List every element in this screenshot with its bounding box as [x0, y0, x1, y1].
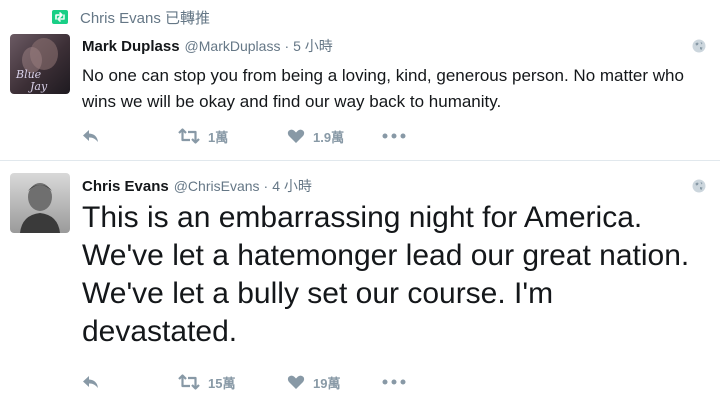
like-count: 1.9萬: [313, 129, 345, 145]
tweet-text: No one can stop you from being a loving,…: [82, 66, 684, 111]
like-button[interactable]: 19萬: [287, 371, 340, 393]
retweet-button[interactable]: 15萬: [178, 371, 235, 393]
retweet-count: 15萬: [208, 375, 236, 391]
tweet[interactable]: Blue Jay Mark Duplass @MarkDuplass · 5 小…: [0, 30, 720, 160]
avatar-image: [10, 173, 70, 233]
retweet-context: Chris Evans 已轉推: [52, 7, 210, 27]
more-icon: [382, 379, 406, 385]
reply-button[interactable]: [82, 125, 100, 147]
more-button[interactable]: [382, 125, 406, 147]
tweet-actions: 15萬 19萬: [82, 371, 502, 393]
avatar[interactable]: Blue Jay: [10, 34, 70, 94]
separator-dot: ·: [284, 38, 290, 54]
like-button[interactable]: 1.9萬: [287, 125, 344, 147]
username[interactable]: @MarkDuplass: [185, 38, 281, 54]
tweet[interactable]: Chris Evans @ChrisEvans · 4 小時 This is a…: [0, 163, 720, 406]
heart-icon: [287, 129, 305, 143]
more-icon: [382, 133, 406, 139]
tweet-text: This is an embarrassing night for Americ…: [82, 201, 690, 348]
reply-icon: [83, 130, 98, 142]
avatar[interactable]: [10, 173, 70, 233]
timestamp[interactable]: 5 小時: [293, 36, 333, 56]
fullname[interactable]: Mark Duplass: [82, 38, 180, 55]
retweet-context-label[interactable]: Chris Evans 已轉推: [80, 7, 210, 28]
reply-button[interactable]: [82, 371, 100, 393]
timestamp[interactable]: 4 小時: [272, 176, 312, 196]
like-count: 19萬: [313, 375, 341, 391]
separator-dot: ·: [263, 178, 269, 194]
avatar-caption-jay: Jay: [28, 80, 48, 93]
globe-icon[interactable]: [692, 39, 706, 53]
more-button[interactable]: [382, 371, 406, 393]
heart-icon: [287, 375, 305, 389]
tweet-header: Mark Duplass @MarkDuplass · 5 小時: [82, 36, 333, 56]
retweet-button[interactable]: 1萬: [178, 125, 228, 147]
retweet-action-icon: [178, 128, 200, 144]
fullname[interactable]: Chris Evans: [82, 178, 169, 195]
reply-icon: [83, 376, 98, 388]
globe-icon[interactable]: [692, 179, 706, 193]
retweet-count: 1萬: [208, 129, 229, 145]
retweet-action-icon: [178, 374, 200, 390]
tweet-header: Chris Evans @ChrisEvans · 4 小時: [82, 176, 312, 196]
retweet-icon: [52, 10, 68, 24]
tweet-actions: 1萬 1.9萬: [82, 125, 502, 147]
username[interactable]: @ChrisEvans: [174, 178, 260, 194]
avatar-image: Blue Jay: [10, 34, 70, 94]
tweet-divider: [0, 160, 720, 161]
